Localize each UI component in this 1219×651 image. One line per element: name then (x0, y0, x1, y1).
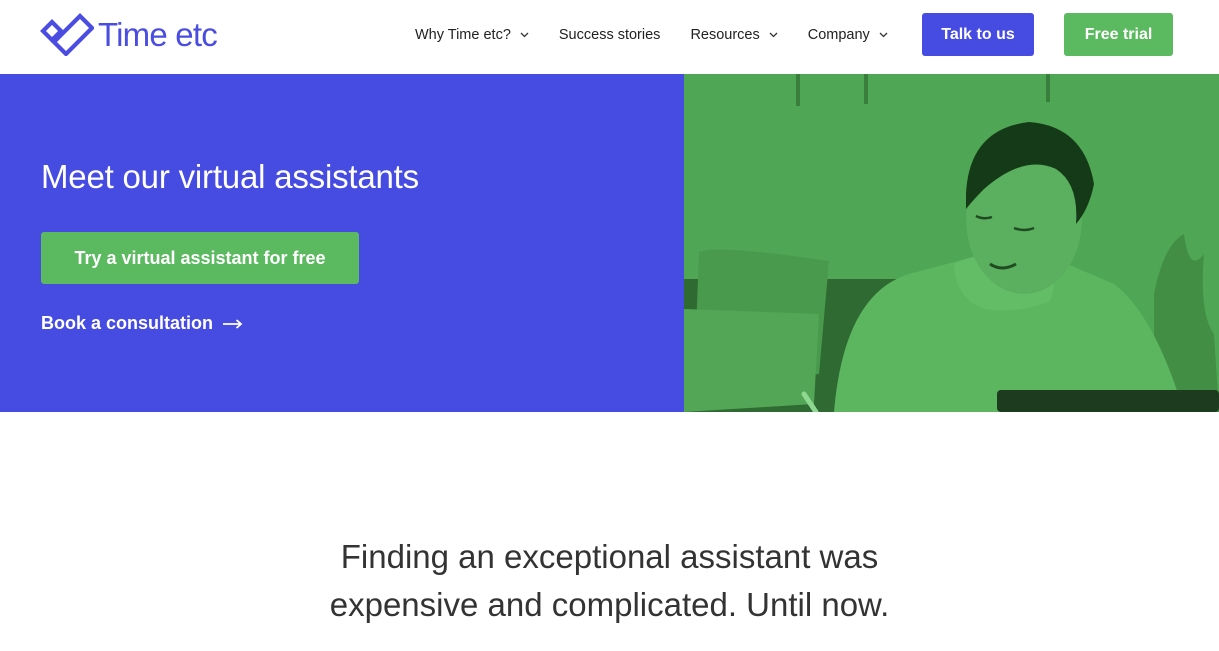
nav-item-success-stories[interactable]: Success stories (559, 27, 661, 43)
hero-photo (684, 74, 1219, 412)
try-virtual-assistant-button[interactable]: Try a virtual assistant for free (41, 232, 359, 284)
hero-section: Meet our virtual assistants Try a virtua… (0, 74, 1219, 412)
nav-item-why-time-etc[interactable]: Why Time etc? (415, 27, 529, 43)
free-trial-button[interactable]: Free trial (1064, 13, 1173, 56)
book-consultation-link[interactable]: Book a consultation (41, 313, 243, 334)
section-heading-line-2: expensive and complicated. Until now. (329, 586, 890, 623)
logo-text: Time etc (98, 15, 218, 53)
main-nav: Why Time etc? Success stories Resources … (415, 24, 888, 46)
talk-to-us-button[interactable]: Talk to us (922, 13, 1034, 56)
nav-item-label: Resources (690, 27, 760, 43)
nav-item-company[interactable]: Company (808, 27, 888, 43)
arrow-right-icon (223, 318, 243, 329)
section-heading: Finding an exceptional assistant was exp… (0, 533, 1219, 629)
nav-item-resources[interactable]: Resources (690, 27, 778, 43)
hero-title: Meet our virtual assistants (41, 158, 419, 195)
hero-photo-illustration (684, 74, 1219, 412)
checkmark-heart-logo-icon (40, 13, 94, 56)
nav-item-label: Company (807, 27, 870, 43)
site-header: Time etc Why Time etc? Success stories R… (0, 0, 1219, 74)
book-consultation-label: Book a consultation (41, 313, 214, 333)
chevron-down-icon (879, 32, 888, 38)
nav-item-label: Why Time etc? (415, 27, 511, 43)
section-heading-line-1: Finding an exceptional assistant was (340, 538, 879, 575)
hero-content-panel: Meet our virtual assistants Try a virtua… (0, 74, 684, 412)
logo-link[interactable]: Time etc (40, 12, 218, 56)
nav-item-label: Success stories (558, 27, 661, 43)
chevron-down-icon (769, 32, 778, 38)
chevron-down-icon (520, 32, 529, 38)
